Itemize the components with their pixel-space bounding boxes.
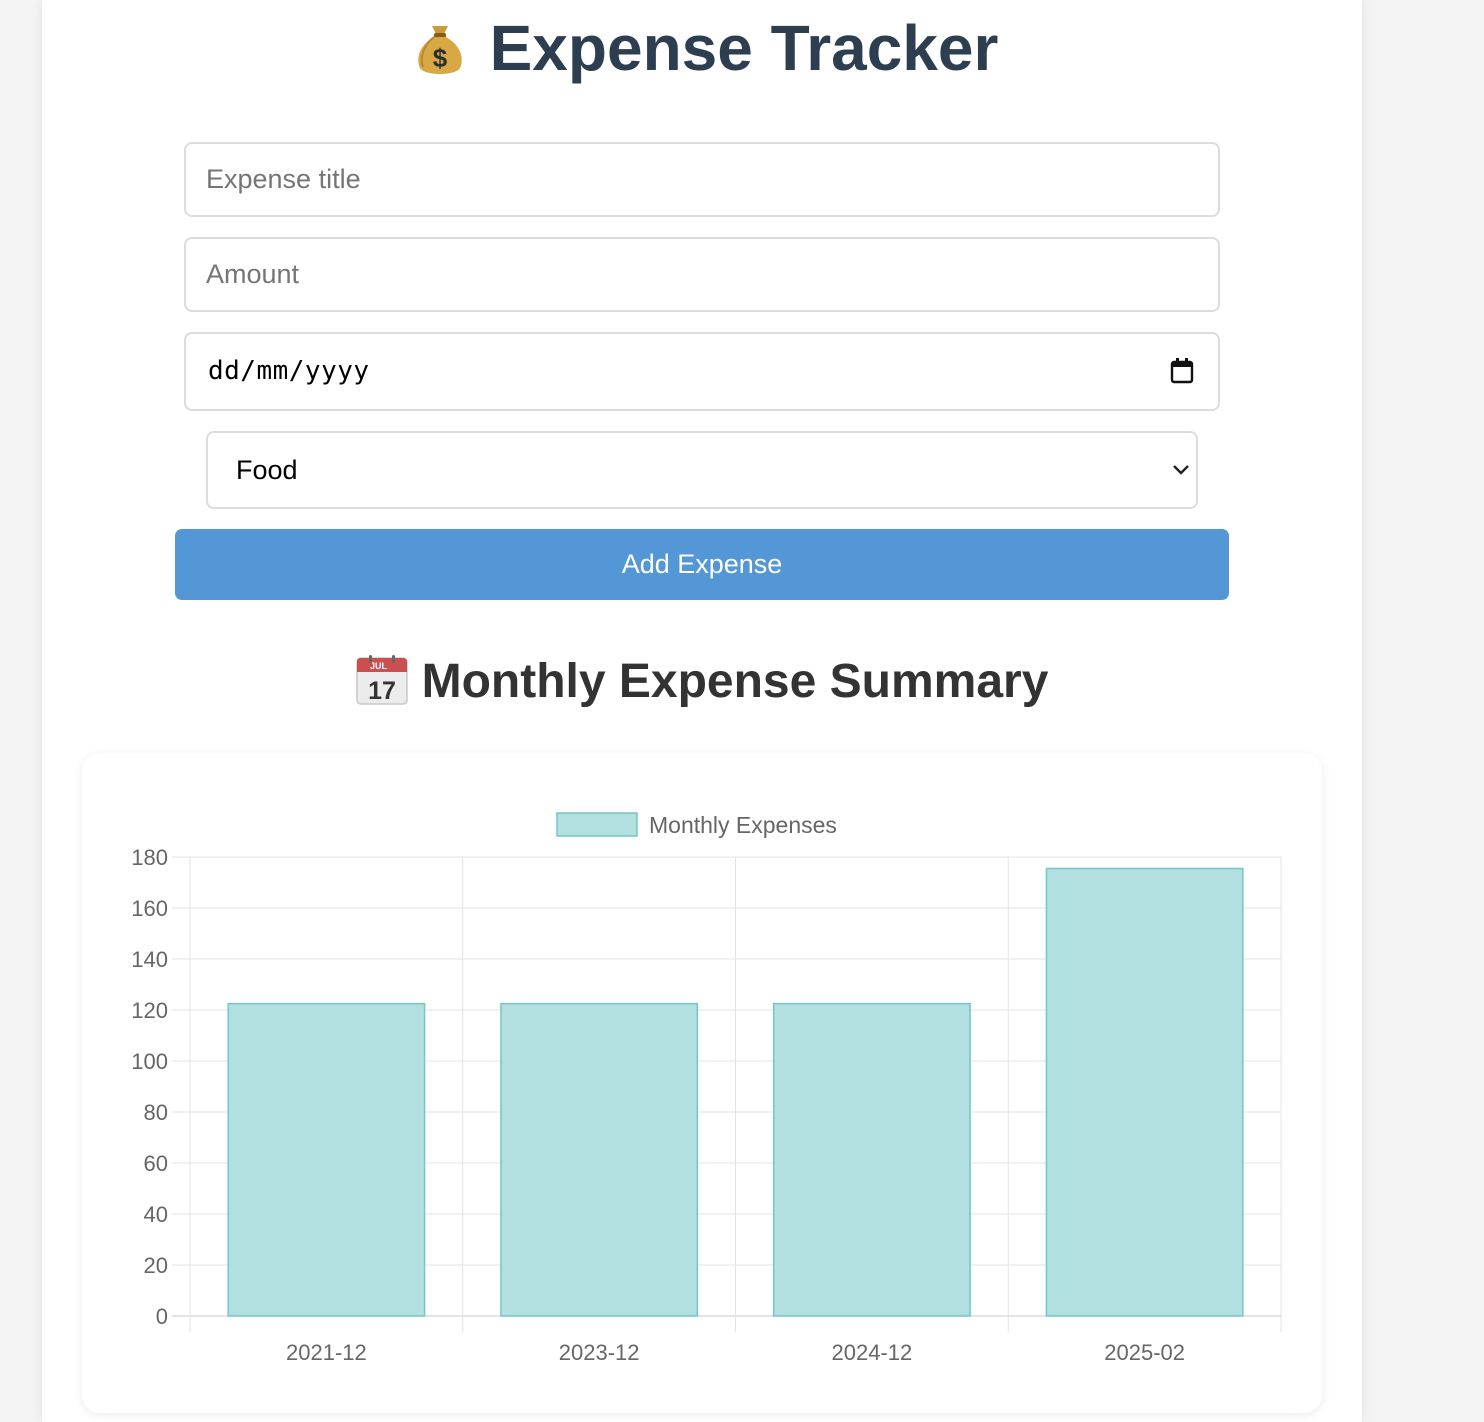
summary-title-text: Monthly Expense Summary [421,655,1049,708]
chart-card: 0 20 40 60 80 100 120 140 160 180 2021-12 2023-12 20… [82,753,1322,1413]
y-tick-label: 0 [156,1304,168,1329]
app-title-text: Expense Tracker [489,12,999,84]
monthly-expenses-chart: 0 20 40 60 80 100 120 140 160 180 2021-12 2023-12 20… [131,812,1282,1365]
y-tick-label: 180 [131,845,168,870]
x-tick-label: 2023-12 [559,1340,640,1365]
y-tick-label: 100 [131,1049,168,1074]
bar-2023-12 [500,1002,699,1317]
x-tick-label: 2025-02 [1104,1340,1185,1365]
x-tick-label: 2024-12 [832,1340,913,1365]
page-title: $ Expense Tracker [0,10,1412,86]
x-tick-label: 2021-12 [286,1340,367,1365]
svg-text:$: $ [432,43,447,73]
y-tick-label: 20 [144,1253,168,1278]
add-expense-button[interactable]: Add Expense [175,529,1229,600]
expense-title-field[interactable] [184,142,1220,217]
bar-2021-12 [227,1002,426,1317]
y-tick-label: 80 [144,1100,168,1125]
category-select[interactable]: Food [206,431,1198,509]
svg-text:17: 17 [368,677,396,705]
bar-2025-02 [1045,867,1244,1317]
y-tick-label: 60 [144,1151,168,1176]
y-tick-label: 160 [131,896,168,921]
expense-title-input[interactable] [186,144,1218,215]
y-tick-label: 140 [131,947,168,972]
category-selected-value: Food [236,455,298,485]
svg-text:JUL: JUL [370,661,388,671]
money-bag-icon: $ [414,18,466,76]
summary-title: JUL 17 Monthly Expense Summary [0,652,1404,712]
bar-2024-12 [772,1002,971,1317]
y-tick-label: 120 [131,998,168,1023]
calendar-icon: JUL 17 [355,655,408,705]
amount-input[interactable] [186,239,1218,310]
y-tick-label: 40 [144,1202,168,1227]
legend-swatch [556,812,638,837]
calendar-picker-icon[interactable] [1170,358,1194,389]
chevron-down-icon [1172,463,1190,481]
date-field[interactable]: dd/mm/yyyy [184,332,1220,411]
date-input-placeholder: dd/mm/yyyy [208,356,370,386]
amount-field[interactable] [184,237,1220,312]
legend-label: Monthly Expenses [649,812,837,838]
